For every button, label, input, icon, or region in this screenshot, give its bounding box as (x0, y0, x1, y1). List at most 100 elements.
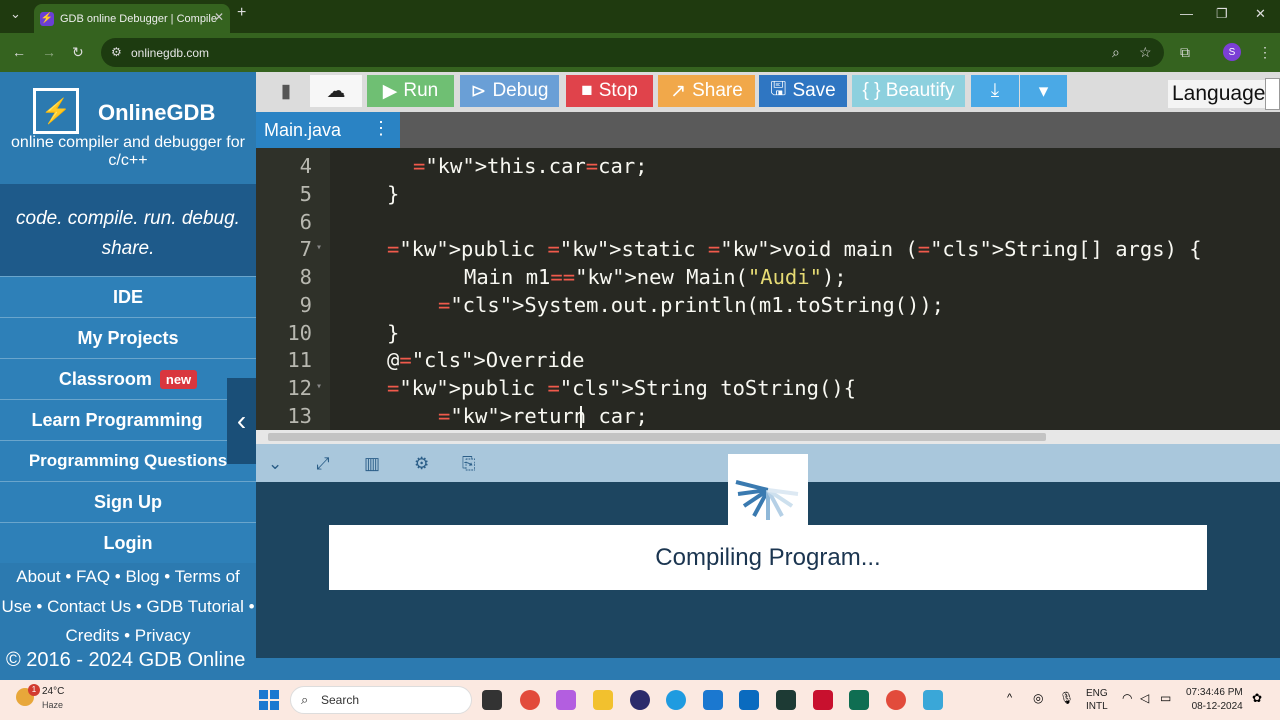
zoom-icon[interactable]: ⌕ (1112, 44, 1120, 61)
store-icon[interactable] (703, 690, 723, 710)
tray-app-icon[interactable]: ◎ (1033, 691, 1043, 705)
terminal-icon[interactable] (776, 690, 796, 710)
collapse-output-chevron-icon[interactable]: ⌄ (268, 454, 282, 474)
new-tab-icon[interactable]: + (237, 4, 246, 22)
app-icon[interactable] (630, 690, 650, 710)
onlinegdb-favicon-icon: ⚡ (40, 11, 54, 26)
tagline: online compiler and debugger for c/c++ (11, 134, 245, 169)
brand-name[interactable]: OnlineGDB (98, 100, 215, 126)
sidebar-item-ide[interactable]: IDE (0, 276, 256, 317)
microphone-icon[interactable]: 🎙 (1059, 691, 1074, 705)
download-icon[interactable]: ⤓ (971, 75, 1019, 107)
share-label: Share (692, 80, 743, 101)
upload-cloud-icon[interactable]: ☁ (310, 75, 362, 107)
tab-list-icon[interactable]: ⌄ (10, 6, 21, 22)
reload-icon[interactable]: ↻ (72, 44, 84, 61)
file-options-icon[interactable]: ⋮ (372, 118, 390, 139)
code-line-13: ="kw">return car; (438, 404, 648, 428)
debug-icon: ⊳ (470, 80, 487, 102)
edge-icon[interactable] (666, 690, 686, 710)
app-icon[interactable] (923, 690, 943, 710)
maximize-icon[interactable]: ❐ (1216, 6, 1228, 22)
copilot-icon[interactable] (556, 690, 576, 710)
scrollbar-thumb[interactable] (268, 433, 1046, 441)
play-icon: ▶ (382, 80, 398, 102)
volume-icon[interactable]: ◁ (1140, 691, 1149, 705)
profile-avatar[interactable]: S (1223, 43, 1241, 61)
share-icon: ↗ (670, 80, 687, 102)
layout-icon[interactable]: ▥ (364, 454, 380, 474)
collapse-sidebar-chevron-left-icon[interactable]: ‹ (227, 378, 256, 464)
chrome-profile-icon[interactable] (886, 690, 906, 710)
file-tab-main-java[interactable]: Main.java ⋮ (256, 112, 400, 148)
battery-icon[interactable]: ▭ (1160, 691, 1171, 705)
settings-gear-icon[interactable]: ⚙ (414, 454, 429, 474)
horizontal-scrollbar[interactable] (256, 430, 1280, 444)
share-button[interactable]: ↗ Share (658, 75, 755, 107)
fold-arrow-icon[interactable]: ▾ (316, 381, 322, 392)
file-explorer-icon[interactable] (593, 690, 613, 710)
code-line-4: ="kw">this.car=car; (413, 154, 648, 178)
notifications-icon[interactable]: ✿ (1252, 691, 1262, 705)
line-number: 11 (287, 348, 312, 372)
back-icon[interactable]: ← (12, 44, 26, 60)
search-placeholder: Search (321, 693, 360, 707)
chrome-icon[interactable] (520, 690, 540, 710)
browser-tab[interactable]: ⚡ GDB online Debugger | Compile ✕ (34, 4, 230, 33)
minimize-icon[interactable]: — (1180, 6, 1193, 21)
save-button[interactable]: 🖫 Save (759, 75, 847, 107)
system-clock[interactable]: 07:34:46 PM 08-12-2024 (1186, 686, 1243, 714)
url-input[interactable]: onlinegdb.com (101, 38, 1164, 67)
tray-chevron-icon[interactable]: ^ (1007, 692, 1012, 704)
compiling-dialog: Compiling Program... (329, 525, 1207, 590)
code-editor[interactable]: ~~~~~~~~~~~~~~ 4 5 6 7 8 9 10 11 12 13 ▾… (256, 148, 1280, 430)
forward-icon[interactable]: → (42, 44, 56, 60)
line-number: 5 (299, 182, 312, 206)
windows-start-icon[interactable] (259, 690, 279, 710)
sidebar-item-my-projects[interactable]: My Projects (0, 317, 256, 358)
bookmark-star-icon[interactable]: ☆ (1139, 44, 1152, 61)
debug-label: Debug (492, 80, 549, 101)
extensions-icon[interactable]: ⧉ (1180, 44, 1190, 61)
line-number: 12 (287, 376, 312, 400)
task-view-icon[interactable] (482, 690, 502, 710)
site-info-icon[interactable]: ⚙ (111, 45, 122, 59)
new-file-icon[interactable]: ▮ (264, 75, 308, 107)
dell-icon[interactable] (739, 690, 759, 710)
sidebar-item-classroom[interactable]: Classroom new (0, 358, 256, 399)
url-text: onlinegdb.com (131, 45, 210, 60)
line-number: 4 (299, 154, 312, 178)
line-number: 6 (299, 210, 312, 234)
stop-label: Stop (598, 80, 638, 101)
copy-output-icon[interactable]: ⎘ (462, 454, 476, 474)
sidebar-item-label: Login (103, 532, 153, 553)
taskbar-search-input[interactable]: ⌕ Search (290, 686, 472, 714)
fold-arrow-icon[interactable]: ▾ (316, 242, 322, 253)
beautify-button[interactable]: { } Beautify (852, 75, 965, 107)
line-number: 10 (287, 321, 312, 345)
close-tab-icon[interactable]: ✕ (214, 10, 224, 24)
sidebar-item-learn-programming[interactable]: Learn Programming (0, 399, 256, 440)
run-button[interactable]: ▶ Run (367, 75, 454, 107)
stop-button[interactable]: ■ Stop (566, 75, 653, 107)
search-icon: ⌕ (301, 692, 309, 707)
app-icon[interactable] (849, 690, 869, 710)
close-window-icon[interactable]: ✕ (1255, 6, 1266, 22)
copyright: © 2016 - 2024 GDB Online (6, 649, 246, 671)
language-select[interactable] (1265, 78, 1280, 110)
wifi-icon[interactable]: ◠ (1122, 691, 1132, 705)
sidebar-item-programming-questions[interactable]: Programming Questions (0, 440, 256, 481)
onlinegdb-logo-icon[interactable]: ⚡ (33, 88, 79, 134)
sidebar-item-sign-up[interactable]: Sign Up (0, 481, 256, 522)
language-indicator[interactable]: ENG INTL (1086, 687, 1108, 713)
menu-icon[interactable]: ⋮ (1258, 44, 1272, 61)
line-number: 9 (299, 293, 312, 317)
windows-taskbar: 1 24°C Haze ⌕ Search ^ ◎ 🎙 ENG INTL ◠ ◁ … (0, 680, 1280, 720)
footer-links[interactable]: About • FAQ • Blog • Terms of Use • Cont… (0, 562, 256, 651)
expand-icon[interactable]: ⤢ (316, 454, 330, 474)
sidebar-item-label: My Projects (77, 327, 179, 348)
mcafee-icon[interactable] (813, 690, 833, 710)
sidebar-item-login[interactable]: Login (0, 522, 256, 563)
debug-button[interactable]: ⊳ Debug (460, 75, 559, 107)
download-dropdown-chevron-icon[interactable]: ▾ (1020, 75, 1067, 107)
